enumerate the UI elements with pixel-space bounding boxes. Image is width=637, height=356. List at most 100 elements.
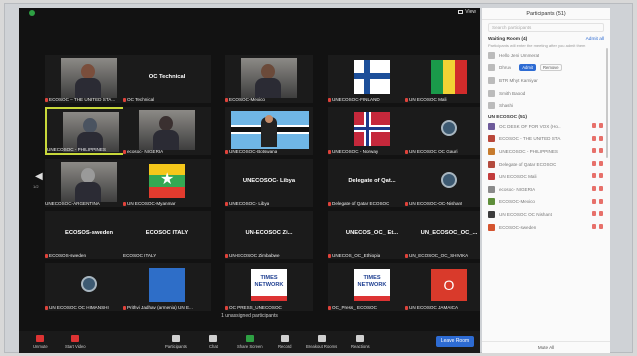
participant-tile[interactable]: O UN ECOSOC JAMAICA bbox=[405, 263, 480, 311]
participant-tile[interactable]: UN-ECOSOC Zi... UN-ECOSOC Zimbabwe bbox=[225, 211, 313, 259]
breakout-rooms-button[interactable]: Breakout Rooms bbox=[306, 335, 337, 349]
previous-page-arrow-icon[interactable]: ◀ bbox=[35, 171, 43, 182]
participant-avatar-icon bbox=[488, 51, 495, 59]
meeting-participant[interactable]: UN ECOSOC OC Nishant bbox=[482, 208, 610, 221]
leave-room-button[interactable]: Leave Room bbox=[436, 336, 474, 347]
participant-status-icons bbox=[592, 185, 603, 191]
muted-mic-icon bbox=[592, 173, 596, 179]
participant-name: UNECOSOC - PHILIPPINES bbox=[47, 147, 106, 152]
meeting-participant[interactable]: UNECOSOC - PHILIPPINES bbox=[482, 145, 610, 158]
participant-name-label: UN-ECOSOC Zimbabwe bbox=[225, 253, 280, 258]
participant-name: UN ECOSOC OC Gauri bbox=[409, 149, 458, 154]
participant-tile[interactable]: Delegate of Qat... Delegate of Qatar ECOS… bbox=[328, 159, 416, 207]
flag-image bbox=[149, 268, 185, 302]
unmute-button[interactable]: Unmute bbox=[33, 335, 48, 349]
muted-mic-icon bbox=[45, 97, 48, 102]
participant-tile[interactable]: Prithvi Jadhav (armenia) UN E... bbox=[123, 263, 211, 311]
chat-icon bbox=[209, 335, 218, 342]
participant-tile[interactable]: ecosoc- NIGERIA bbox=[123, 107, 211, 155]
video-off-icon bbox=[599, 211, 603, 217]
muted-mic-icon bbox=[592, 122, 596, 128]
muted-mic-icon bbox=[123, 305, 126, 310]
video-off-icon bbox=[71, 335, 80, 342]
muted-mic-icon bbox=[328, 305, 331, 310]
admit-all-button[interactable]: Admit all bbox=[586, 37, 604, 42]
participant-name-label: ecosoc- NIGERIA bbox=[123, 149, 163, 154]
participant-tile[interactable]: UNECOSOC - PHILIPPINES bbox=[45, 107, 133, 155]
start-video-button[interactable]: Start Video bbox=[65, 335, 86, 349]
record-button[interactable]: Record bbox=[278, 335, 292, 349]
participant-tile[interactable]: UN ECOSOC OC HIMANSHI bbox=[45, 263, 133, 311]
participant-tile[interactable]: ECOSOC ITALY ECOSOC ITALY bbox=[123, 211, 211, 259]
participant-name-label: OC PRESS_UNECOSOC bbox=[225, 305, 282, 310]
video-off-icon bbox=[599, 173, 603, 179]
participant-tile[interactable]: UNECOSOC-ARGENTINA bbox=[45, 159, 133, 207]
participant-tile[interactable]: UN_ECOSOC_OC_... UN_ECOSOC_OC_SHIVIKA bbox=[405, 211, 480, 259]
participant-name: Dhruv bbox=[499, 65, 512, 71]
waiting-participant[interactable]: BTR Mhyt Karniyar bbox=[482, 74, 610, 87]
participant-name-label: ECOSOC ITALY bbox=[123, 253, 156, 258]
security-shield-icon[interactable] bbox=[29, 10, 35, 16]
admit-button[interactable]: Admit bbox=[519, 64, 536, 72]
search-participants-input[interactable]: Search participants bbox=[488, 23, 604, 32]
meeting-participant[interactable]: ECOSOC-Mexico bbox=[482, 196, 610, 209]
muted-mic-icon bbox=[592, 223, 596, 229]
waiting-list: Hello Jeni Ummerat Dhruv Admit Remove BTR Mh… bbox=[482, 49, 610, 112]
participant-name: UN ECOSOC-Myanmar bbox=[127, 201, 176, 206]
participant-tile[interactable]: UN ECOSOC-OC-Nishant bbox=[405, 159, 480, 207]
participant-tile[interactable]: UNECOS_OC_ Et... UNECOS_OC_Ethiopia bbox=[328, 211, 416, 259]
meeting-participant[interactable]: OC DESK OF FOR VOX (Ho... bbox=[482, 120, 610, 133]
participant-tile[interactable]: UNECOSOC - Norway bbox=[328, 107, 416, 155]
participant-avatar-icon bbox=[81, 276, 97, 292]
participant-name-label: ECOSOC-Mexico bbox=[225, 97, 265, 102]
participant-display-name: UNECOSOC- Libya bbox=[242, 178, 296, 184]
video-off-icon bbox=[599, 135, 603, 141]
participant-video bbox=[61, 162, 117, 202]
participant-tile[interactable]: UN ECOSOC OC Gauri bbox=[405, 107, 480, 155]
participant-tile[interactable]: OC Technical OC Technical bbox=[123, 55, 211, 103]
share-screen-button[interactable]: Share Screen bbox=[237, 335, 263, 349]
meeting-participant[interactable]: Delegate of Qatar ECOSOC bbox=[482, 158, 610, 171]
remove-button[interactable]: Remove bbox=[539, 64, 562, 72]
participants-icon bbox=[171, 335, 180, 342]
participant-name: UN ECOSOC Mali bbox=[409, 97, 447, 102]
muted-mic-icon bbox=[592, 135, 596, 141]
participants-button[interactable]: Participants bbox=[165, 335, 187, 349]
participant-tile[interactable]: UNECOSOC- Libya UNECOSOC- Libya bbox=[225, 159, 313, 207]
participant-name-label: UNECOSOC - PHILIPPINES bbox=[47, 147, 106, 152]
participant-tile[interactable]: UNECOSOC-FINLAND bbox=[328, 55, 416, 103]
participant-tile[interactable]: UN ECOSOC Mali bbox=[405, 55, 480, 103]
reactions-button[interactable]: Reactions bbox=[351, 335, 370, 349]
participant-tile[interactable]: ECOSOC-Mexico bbox=[225, 55, 313, 103]
participant-name-label: UN ECOSOC Mali bbox=[405, 97, 447, 102]
chat-button[interactable]: Chat bbox=[209, 335, 218, 349]
participant-tile[interactable]: TIMES NETWORK OC PRESS_UNECOSOC bbox=[225, 263, 313, 311]
muted-mic-icon bbox=[592, 211, 596, 217]
waiting-participant[interactable]: Shashi bbox=[482, 99, 610, 112]
waiting-room-header: Waiting Room (4) Admit all bbox=[488, 37, 604, 42]
waiting-participant[interactable]: Hello Jeni Ummerat bbox=[482, 49, 610, 62]
participant-name: UNECOSOC-FINLAND bbox=[332, 97, 380, 102]
participant-name-label: UN_ECOSOC_OC_SHIVIKA bbox=[405, 253, 468, 258]
participant-display-name: Delegate of Qat... bbox=[348, 178, 396, 184]
meeting-participant[interactable]: ecosoc- NIGERIA bbox=[482, 183, 610, 196]
participant-name: Delegate of Qatar ECOSOC bbox=[332, 201, 390, 206]
meeting-participant[interactable]: ECOSOC-sweden bbox=[482, 221, 610, 234]
mute-all-button[interactable]: Mute All bbox=[482, 341, 610, 353]
participant-tile[interactable]: ★ UN ECOSOC-Myanmar bbox=[123, 159, 211, 207]
view-button[interactable]: View bbox=[458, 9, 476, 15]
waiting-participant[interactable]: Smith Baood bbox=[482, 87, 610, 100]
participant-tile[interactable]: ECOSOC – THE UNITED STA... bbox=[45, 55, 133, 103]
participant-tile[interactable]: ECOSOS-sweden ECOSOS-sweden bbox=[45, 211, 133, 259]
panel-scrollbar[interactable] bbox=[606, 48, 608, 158]
participant-name-label: UN ECOSOC-Myanmar bbox=[123, 201, 176, 206]
muted-mic-icon bbox=[328, 253, 331, 258]
muted-mic-icon bbox=[405, 253, 408, 258]
waiting-participant[interactable]: Dhruv Admit Remove bbox=[482, 62, 610, 75]
meeting-participant[interactable]: UN ECOSOC Mali bbox=[482, 170, 610, 183]
participant-tile[interactable]: TIMES NETWORK OC_Press_ ECOSOC bbox=[328, 263, 416, 311]
meeting-participant[interactable]: ECOSOC - THE UNITED STA... bbox=[482, 133, 610, 146]
participant-tile[interactable]: UNECOSOC-Botswana bbox=[225, 107, 313, 155]
participant-video bbox=[61, 58, 117, 98]
breakout-rooms-icon bbox=[317, 335, 326, 342]
